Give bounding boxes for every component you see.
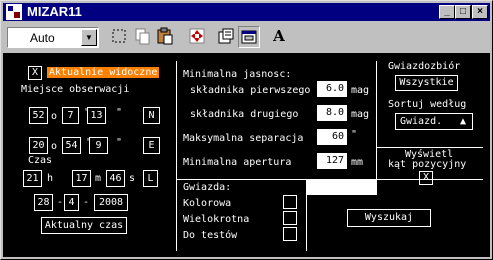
move-icon[interactable] [186,26,208,48]
min-aperture-field[interactable]: 127 [317,153,347,169]
sort-arrow-icon: ▲ [459,116,466,127]
close-button[interactable]: × [472,5,488,19]
sort-value: Gwiazd. [400,116,443,127]
second-component-field[interactable]: 8.0 [317,105,347,121]
date-separator: - [57,197,64,208]
lon-hemisphere-field[interactable]: E [143,137,160,154]
select-icon[interactable] [108,26,130,48]
properties-icon[interactable] [215,26,237,48]
multiple-label: Wielokrotna [183,214,250,225]
window-title: MIZAR11 [27,4,82,19]
paste-icon[interactable] [154,26,176,48]
max-separation-label: Maksymalna separacja [183,133,304,144]
divider [376,147,483,148]
search-button[interactable]: Wyszukaj [347,209,431,227]
show-pa-label-line2: kąt pozycyjny [388,159,467,170]
min-aperture-label: Minimalna apertura [183,157,292,168]
hour-unit: h [47,173,54,184]
text-icon[interactable]: A [268,26,290,48]
lon-deg-unit: o [51,141,58,152]
lon-min-field[interactable]: 54 [62,137,81,154]
lat-deg-field[interactable]: 52 [29,107,48,124]
month-field[interactable]: 4 [64,194,79,211]
zoom-value: Auto [30,31,55,45]
current-time-button[interactable]: Aktualny czas [41,217,127,234]
min-brightness-label: Minimalna jasnosc: [183,69,292,80]
search-panel: X Aktualnie widoczne Miejsce obserwacji … [3,53,490,257]
place-label: Miejsce obserwacji [21,84,130,95]
app-icon[interactable] [6,4,22,20]
lat-sec-field[interactable]: 13 [87,107,106,124]
time-label: Czas [28,155,53,166]
title-bar[interactable]: MIZAR11 _ □ × [3,3,490,21]
maximize-button[interactable]: □ [455,5,471,19]
lat-deg-unit: o [51,111,58,122]
test-label: Do testów [183,230,238,241]
second-component-unit: mag [351,109,370,120]
minute-unit: m [95,173,102,184]
copy-icon[interactable] [131,26,153,48]
lat-min-field[interactable]: 7 [62,107,79,124]
sort-select[interactable]: Gwiazd. ▲ [395,113,473,130]
zoom-select[interactable]: Auto ▼ [7,27,99,48]
current-checkbox[interactable]: X [28,66,42,80]
first-component-field[interactable]: 6.0 [317,81,347,97]
divider [376,61,377,179]
chevron-down-icon[interactable]: ▼ [81,29,97,46]
lon-deg-field[interactable]: 20 [29,137,48,154]
lat-sec-unit: " [116,107,123,118]
current-label: Aktualnie widoczne [47,67,160,78]
max-separation-field[interactable]: 60 [317,129,347,145]
year-field[interactable]: 2008 [94,194,128,211]
minute-field[interactable]: 17 [72,170,91,187]
multiple-checkbox[interactable] [283,211,297,225]
minimize-button[interactable]: _ [439,5,455,19]
constellation-select[interactable]: Wszystkie [395,75,458,91]
divider [176,61,177,251]
first-component-unit: mag [351,85,370,96]
window-icon[interactable] [238,26,260,48]
toolbar: Auto ▼ A [3,23,490,51]
show-pa-checkbox[interactable]: X [419,171,433,185]
day-field[interactable]: 28 [34,194,53,211]
second-field[interactable]: 46 [106,170,125,187]
timezone-field[interactable]: L [143,170,158,187]
test-checkbox[interactable] [283,227,297,241]
second-component-label: składnika drugiego [190,109,299,120]
min-aperture-unit: mm [351,157,364,168]
constellation-label: Gwiazdozbiór [388,61,461,72]
lon-sec-unit: " [116,137,123,148]
empty-field [307,179,377,195]
colored-checkbox[interactable] [283,195,297,209]
max-separation-unit: " [351,129,358,140]
lat-hemisphere-field[interactable]: N [143,107,160,124]
first-component-label: składnika pierwszego [190,85,311,96]
second-unit: s [129,173,136,184]
lon-sec-field[interactable]: 9 [89,137,108,154]
colored-label: Kolorowa [183,198,232,209]
date-separator: - [83,197,90,208]
main-window: MIZAR11 _ □ × Auto ▼ A X Aktualnie widoc… [0,0,493,260]
star-section-label: Gwiazda: [183,182,232,193]
sort-label: Sortuj według [388,99,467,110]
hour-field[interactable]: 21 [23,170,42,187]
